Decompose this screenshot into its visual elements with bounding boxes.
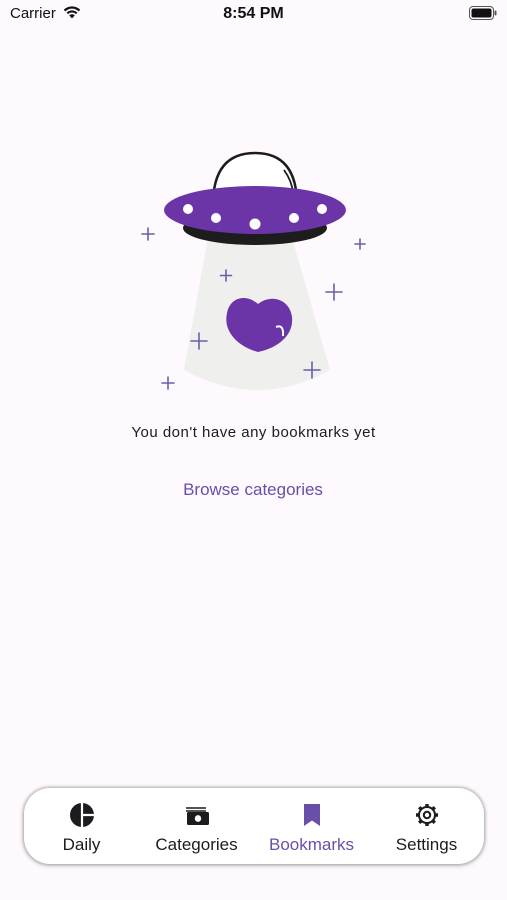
- tab-daily[interactable]: Daily: [24, 788, 139, 864]
- tab-bookmarks[interactable]: Bookmarks: [254, 788, 369, 864]
- status-time: 8:54 PM: [223, 5, 284, 22]
- bookmark-icon: [303, 804, 320, 826]
- tab-daily-label: Daily: [62, 835, 101, 854]
- gear-icon: [415, 804, 438, 826]
- tab-settings[interactable]: Settings: [369, 788, 484, 864]
- money-icon: [185, 807, 209, 825]
- bottom-nav: Daily Categories Bookmarks Settings: [24, 788, 484, 864]
- status-bar: Carrier 8:54 PM: [0, 0, 507, 30]
- tab-bookmarks-label: Bookmarks: [268, 835, 355, 854]
- battery-icon: [469, 6, 497, 20]
- empty-state-message: You don't have any bookmarks yet: [131, 424, 376, 441]
- tab-categories[interactable]: Categories: [139, 788, 254, 864]
- tab-categories-label: Categories: [155, 835, 238, 854]
- pie-chart-icon: [69, 803, 94, 827]
- tab-settings-label: Settings: [395, 835, 458, 854]
- browse-categories-link[interactable]: Browse categories: [153, 480, 353, 502]
- ufo-heart-illustration: [141, 151, 366, 390]
